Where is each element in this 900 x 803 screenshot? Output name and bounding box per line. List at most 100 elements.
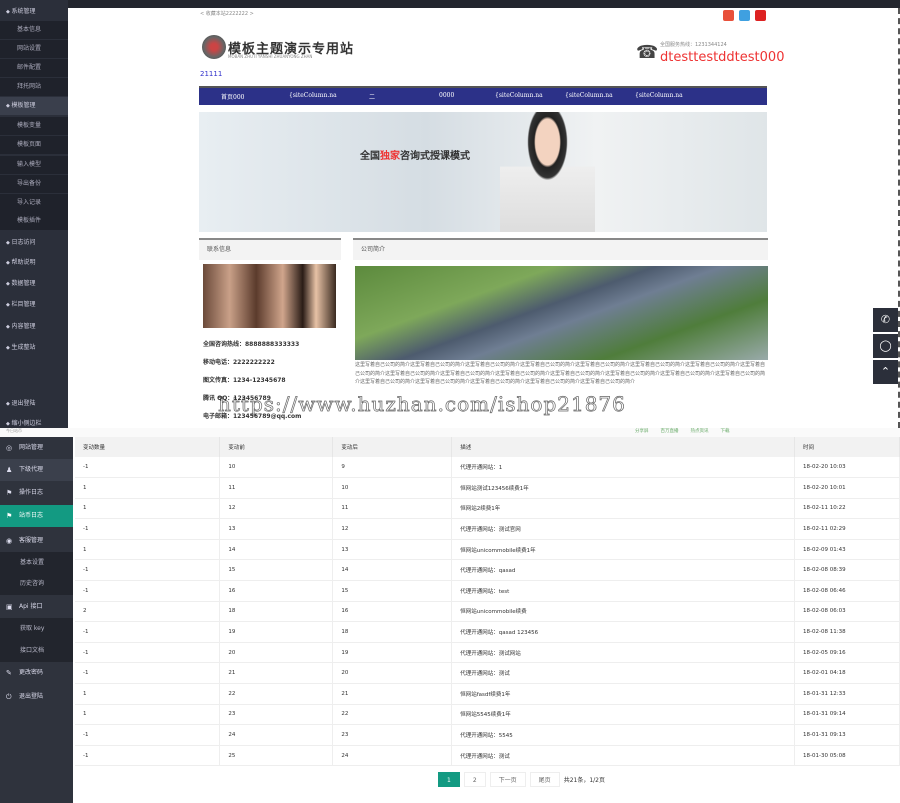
hotline-label: 全国服务热线：1231344124 <box>660 42 727 48</box>
table-row: -1 10 9 代理开通网站：1 18-02-20 10:03 <box>75 457 900 479</box>
table-cell: 12 <box>332 518 453 540</box>
sidebar-item[interactable]: ⚑ 站币日志 <box>0 505 73 527</box>
toolbar-item[interactable]: 热点资讯 <box>691 429 709 434</box>
sidebar-item[interactable]: 基本设置 <box>0 552 73 574</box>
table-cell: 10 <box>219 457 334 479</box>
sidebar-item[interactable]: 接口文档 <box>0 640 73 662</box>
table-cell: 19 <box>219 621 334 643</box>
table-cell: 14 <box>332 559 453 582</box>
sidebar-item[interactable]: ◆ 栏目管理 <box>0 296 68 314</box>
sidebar-item[interactable]: ◆ 系统管理 <box>0 3 68 21</box>
sidebar-item[interactable]: 邮件配置 <box>0 59 68 77</box>
back-to-top-button[interactable]: ⌃ <box>873 360 898 384</box>
column-header[interactable]: 时间 <box>794 437 900 457</box>
table-row: 2 18 16 恒网站unicommobile续费 18-02-08 06:03 <box>75 601 900 623</box>
table-cell: 代理开通网站：test <box>451 580 796 602</box>
sidebar-item[interactable]: 导入记录 <box>0 194 68 212</box>
float-phone-button[interactable]: ✆ <box>873 308 898 332</box>
table-cell: 18-02-05 09:16 <box>794 642 900 664</box>
sidebar-item-label: 邮件配置 <box>17 64 42 71</box>
nav-item[interactable]: {siteColumn.na <box>635 92 683 99</box>
sidebar-item[interactable]: ◆ 日志访问 <box>0 234 68 252</box>
last-page-button[interactable]: 尾页 <box>529 772 560 787</box>
nav-item[interactable]: 二 <box>369 92 375 101</box>
table-cell: 18-01-31 09:13 <box>794 724 900 746</box>
sidebar-item[interactable]: 输入模型 <box>0 156 68 174</box>
sidebar-item[interactable]: 历史咨询 <box>0 573 73 595</box>
table-cell: 18-02-08 06:46 <box>794 580 900 602</box>
column-header[interactable]: 描述 <box>451 437 796 457</box>
table-cell: 18-02-11 10:22 <box>794 498 900 520</box>
sidebar-item-label: 更改密码 <box>19 669 44 676</box>
banner[interactable] <box>199 112 767 232</box>
nav-item[interactable]: {siteColumn.na <box>289 92 337 99</box>
sidebar-item[interactable]: 导出备份 <box>0 175 68 193</box>
nav-item[interactable]: {siteColumn.na <box>565 92 613 99</box>
sidebar-item-label: 模板变量 <box>17 122 42 129</box>
sidebar-item[interactable]: ◉ 客服管理 <box>0 530 73 552</box>
page-button[interactable]: 1 <box>438 772 460 787</box>
text-link[interactable]: 21111 <box>200 70 222 78</box>
contact-photo <box>203 264 336 328</box>
sidebar-item[interactable]: ⏻ 退出登陆 <box>0 686 73 708</box>
tencent-icon[interactable] <box>739 10 750 21</box>
sidebar-item[interactable]: 模板页面 <box>0 136 68 154</box>
sidebar-item[interactable]: ◆ 生成整站 <box>0 339 68 357</box>
table-cell: 18-02-08 08:39 <box>794 559 900 582</box>
sidebar-item[interactable]: 拜托网站 <box>0 78 68 96</box>
sidebar-item[interactable]: 模板插件 <box>0 212 68 230</box>
sidebar-item[interactable]: ✎ 更改密码 <box>0 662 73 684</box>
banner-title-a: 全国 <box>360 151 380 162</box>
table-row: 1 23 22 恒网站5545续费1年 18-01-31 09:14 <box>75 704 900 726</box>
contact-line: 全国咨询热线：8888888333333 <box>203 341 300 348</box>
table-cell: 1 <box>75 498 221 520</box>
banner-title-b: 独家 <box>380 151 400 162</box>
sidebar-item-label: 导入记录 <box>17 199 42 206</box>
qq-icon[interactable] <box>755 10 766 21</box>
sidebar-item[interactable]: 获取 key <box>0 618 73 640</box>
table-cell: 代理开通网站：测试 <box>451 662 796 685</box>
table-cell: 19 <box>332 642 453 664</box>
table-row: -1 16 15 代理开通网站：test 18-02-08 06:46 <box>75 580 900 602</box>
column-header[interactable]: 变动后 <box>332 437 453 457</box>
toolbar-item[interactable]: 百万直播 <box>661 429 679 434</box>
sidebar-item[interactable]: 模板变量 <box>0 117 68 135</box>
table-cell: 1 <box>75 704 221 726</box>
toolbar-item[interactable]: 下载 <box>721 429 730 434</box>
table-cell: 23 <box>332 724 453 746</box>
weibo-icon[interactable] <box>723 10 734 21</box>
column-header[interactable]: 变动数量 <box>75 437 221 457</box>
sidebar-item[interactable]: ▣ Api 接口 <box>0 596 73 618</box>
sidebar-item[interactable]: ♟ 下级代理 <box>0 459 73 481</box>
sidebar-item[interactable]: ◎ 网站管理 <box>0 437 73 459</box>
sidebar-item[interactable]: 网站设置 <box>0 40 68 58</box>
banner-person-image <box>500 112 595 232</box>
table-cell: 恒网站5545续费1年 <box>451 704 796 726</box>
sidebar-item[interactable]: ◆ 内容管理 <box>0 318 68 336</box>
sidebar-item[interactable]: 基本信息 <box>0 21 68 39</box>
nav-item[interactable]: 0000 <box>439 92 454 99</box>
next-page-button[interactable]: 下一页 <box>489 772 526 787</box>
company-photo <box>355 266 768 360</box>
sidebar-item-label: 获取 key <box>20 625 45 632</box>
float-qq-button[interactable]: ◯ <box>873 334 898 358</box>
table-cell: -1 <box>75 621 221 643</box>
table-cell: -1 <box>75 457 221 479</box>
sidebar-item[interactable]: ⚑ 操作日志 <box>0 482 73 504</box>
column-header[interactable]: 变动前 <box>219 437 334 457</box>
sidebar-item[interactable]: ◆ 帮助说明 <box>0 254 68 272</box>
sidebar-item[interactable]: ◆ 退出登陆 <box>0 395 68 413</box>
table-row: -1 19 18 代理开通网站：qasad 123456 18-02-08 11:38 <box>75 621 900 643</box>
table-cell: -1 <box>75 745 221 767</box>
page-button[interactable]: 2 <box>463 772 486 787</box>
globe-icon: ◎ <box>6 444 13 452</box>
toolbar-item[interactable]: 分享屏 <box>635 429 649 434</box>
sidebar-item-label: 栏目管理 <box>11 301 36 308</box>
table-row: -1 13 12 代理开通网站：测试官网 18-02-11 02:29 <box>75 518 900 540</box>
sidebar-item[interactable]: ◆ 数据管理 <box>0 275 68 293</box>
breadcrumb[interactable]: < 收藏本站2222222 > <box>200 10 254 17</box>
sidebar-item[interactable]: ◆ 模板管理 <box>0 97 68 115</box>
sidebar-item-label: 基本信息 <box>17 26 42 33</box>
nav-item[interactable]: {siteColumn.na <box>495 92 543 99</box>
nav-item[interactable]: 首页000 <box>221 92 244 101</box>
